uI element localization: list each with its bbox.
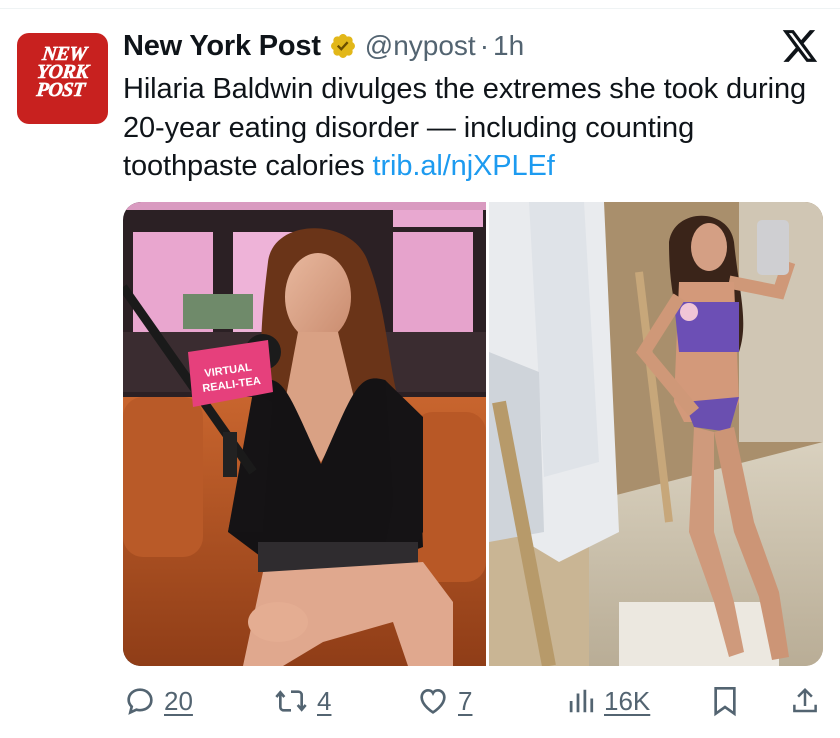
reply-count: 20 (164, 685, 193, 716)
reply-icon (127, 688, 153, 715)
tweet-link[interactable]: trib.al/njXPLEf (373, 150, 555, 182)
action-bar: 20 4 7 16K (0, 676, 840, 726)
author-name[interactable]: New York Post (123, 30, 321, 63)
tweet-header: New York Post @nypost · 1h (123, 28, 524, 64)
like-count: 7 (458, 685, 473, 716)
views-icon (569, 689, 594, 713)
author-handle[interactable]: @nypost (365, 30, 476, 62)
x-logo-icon[interactable] (781, 28, 819, 64)
separator-dot: · (479, 30, 490, 61)
share-button[interactable] (790, 684, 820, 718)
like-icon (420, 688, 446, 714)
share-icon (793, 687, 817, 713)
tweet-media[interactable]: VIRTUAL REALI-TEA (123, 202, 823, 666)
retweet-button[interactable]: 4 (273, 684, 331, 718)
views-button[interactable]: 16K (566, 684, 650, 718)
like-button[interactable]: 7 (416, 684, 472, 718)
verified-badge-icon (329, 32, 357, 60)
bookmark-button[interactable] (711, 684, 739, 718)
retweet-icon (275, 690, 307, 712)
tweet-text: Hilaria Baldwin divulges the extremes sh… (123, 70, 823, 186)
timestamp[interactable]: 1h (493, 30, 524, 62)
avatar[interactable]: NEW YORK POST (17, 33, 108, 124)
retweet-count: 4 (317, 685, 332, 716)
reply-button[interactable]: 20 (124, 684, 193, 718)
top-divider (0, 8, 840, 9)
bookmark-icon (714, 687, 736, 717)
media-photo-left[interactable]: VIRTUAL REALI-TEA (123, 202, 486, 666)
avatar-logo: NEW YORK POST (35, 43, 90, 102)
view-count: 16K (604, 685, 651, 716)
media-photo-right[interactable] (489, 202, 823, 666)
